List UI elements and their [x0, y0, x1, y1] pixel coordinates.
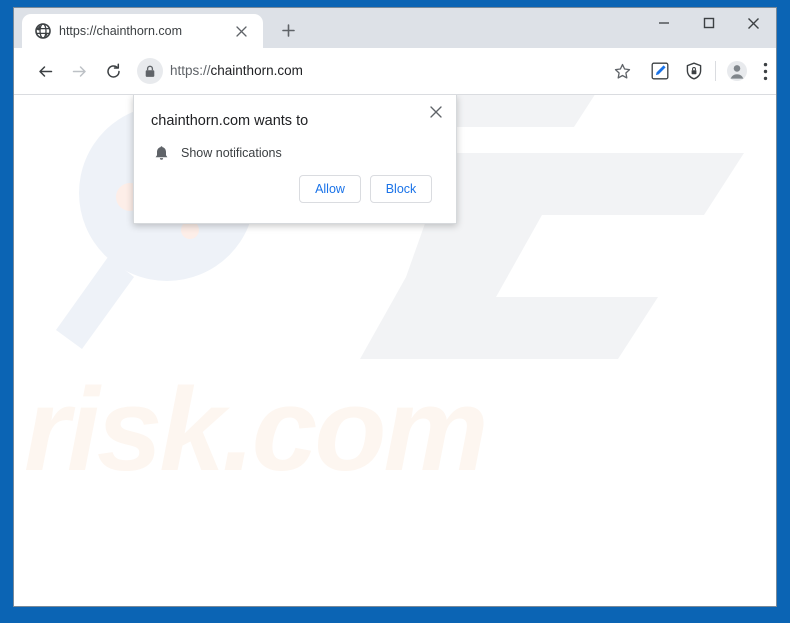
watermark-domain-text: risk.com: [24, 364, 488, 496]
url-host: chainthorn.com: [210, 63, 303, 78]
browser-window: https://chainthorn.com https://chainthor…: [14, 8, 776, 606]
notification-permission-dialog: chainthorn.com wants to Show notificatio…: [133, 95, 457, 224]
edit-pencil-icon[interactable]: [647, 58, 673, 84]
globe-icon: [35, 23, 51, 39]
allow-button[interactable]: Allow: [299, 175, 361, 203]
address-bar-url: https://chainthorn.com: [170, 62, 303, 80]
block-button[interactable]: Block: [370, 175, 432, 203]
three-dot-menu-icon[interactable]: [758, 58, 772, 84]
browser-title-bar: https://chainthorn.com: [14, 8, 776, 48]
forward-arrow-icon: [65, 57, 93, 85]
browser-tab[interactable]: https://chainthorn.com: [22, 14, 263, 48]
profile-avatar-icon[interactable]: [724, 58, 750, 84]
toolbar-divider: [715, 61, 716, 81]
back-arrow-icon[interactable]: [31, 57, 59, 85]
close-icon[interactable]: [425, 101, 447, 123]
dialog-title: chainthorn.com wants to: [151, 113, 309, 129]
reload-icon[interactable]: [99, 57, 127, 85]
window-inner-frame: https://chainthorn.com https://chainthor…: [13, 7, 777, 607]
address-bar[interactable]: https://chainthorn.com: [133, 54, 603, 88]
permission-option-label: Show notifications: [181, 146, 282, 160]
browser-toolbar: https://chainthorn.com: [14, 48, 776, 95]
page-content-area: risk.com chainthorn.com wants to Show no…: [14, 95, 776, 606]
window-close-button[interactable]: [731, 8, 776, 38]
bell-icon: [152, 144, 170, 162]
outer-blue-frame: https://chainthorn.com https://chainthor…: [0, 0, 790, 623]
lock-icon[interactable]: [137, 58, 163, 84]
bookmark-star-icon[interactable]: [609, 58, 635, 84]
new-tab-button[interactable]: [276, 18, 300, 42]
window-minimize-button[interactable]: [641, 8, 686, 38]
window-maximize-button[interactable]: [686, 8, 731, 38]
tab-close-icon[interactable]: [232, 22, 250, 40]
url-scheme: https://: [170, 63, 211, 78]
tab-title: https://chainthorn.com: [59, 24, 182, 38]
shield-icon[interactable]: [681, 58, 707, 84]
